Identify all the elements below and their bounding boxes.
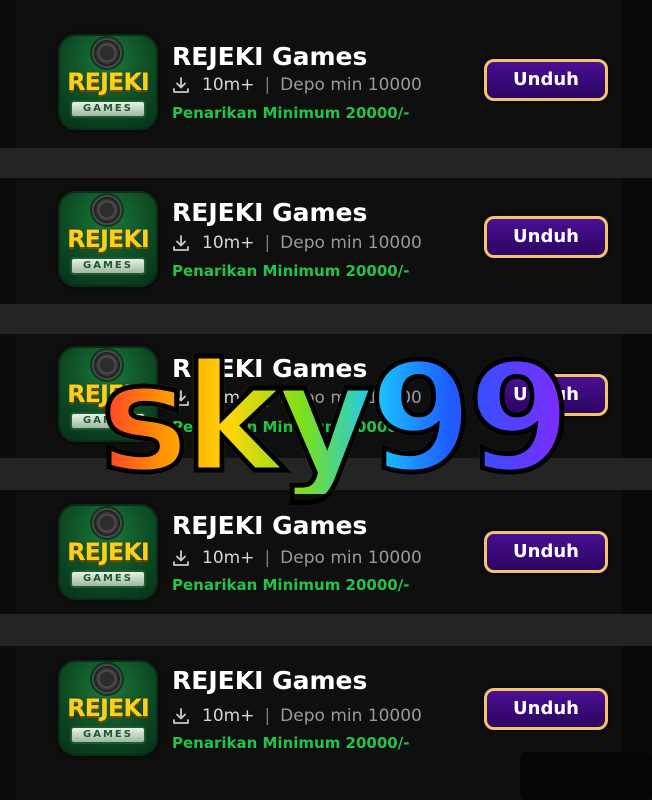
app-meta: 10m+ | Depo min 10000: [172, 546, 422, 570]
poker-chip-icon: [92, 350, 122, 380]
download-button[interactable]: Unduh: [484, 531, 608, 573]
deposit-info: Depo min 10000: [280, 233, 422, 253]
logo-sub: GAMES: [70, 412, 146, 430]
poker-chip-icon: [92, 38, 122, 68]
logo-sub: GAMES: [70, 100, 146, 118]
separator: |: [264, 706, 271, 726]
download-button[interactable]: Unduh: [484, 59, 608, 101]
download-icon: [173, 708, 189, 724]
download-count: 10m+: [202, 233, 255, 253]
download-button[interactable]: Unduh: [484, 374, 608, 416]
poker-chip-icon: [92, 508, 122, 538]
app-title: REJEKI Games: [172, 198, 368, 227]
download-count: 10m+: [202, 75, 255, 95]
withdraw-info: Penarikan Minimum 20000/-: [172, 104, 410, 122]
deposit-info: Depo min 10000: [280, 706, 422, 726]
download-icon: [173, 77, 189, 93]
withdraw-info: Penarikan Minimum 20000/-: [172, 734, 410, 752]
rejeki-games-logo[interactable]: REJEKI GAMES: [58, 504, 158, 600]
app-card: REJEKI GAMES REJEKI Games 10m+ | Depo mi…: [0, 334, 652, 458]
bottom-shadow: [520, 752, 652, 800]
app-meta: 10m+ | Depo min 10000: [172, 73, 422, 97]
download-count: 10m+: [202, 706, 255, 726]
logo-sub: GAMES: [70, 570, 146, 588]
logo-word: REJEKI: [67, 225, 150, 253]
app-card: REJEKI GAMES REJEKI Games 10m+ | Depo mi…: [0, 490, 652, 614]
app-card: REJEKI GAMES REJEKI Games 10m+ | Depo mi…: [0, 0, 652, 148]
poker-chip-icon: [92, 664, 122, 694]
app-title: REJEKI Games: [172, 511, 368, 540]
logo-sub: GAMES: [70, 257, 146, 275]
separator: |: [264, 388, 271, 408]
separator: |: [264, 548, 271, 568]
logo-word: REJEKI: [67, 68, 150, 96]
app-list-page: REJEKI GAMES REJEKI Games 10m+ | Depo mi…: [0, 0, 652, 800]
logo-sub: GAMES: [70, 726, 146, 744]
download-button[interactable]: Unduh: [484, 216, 608, 258]
logo-word: REJEKI: [67, 538, 150, 566]
app-card: REJEKI GAMES REJEKI Games 10m+ | Depo mi…: [0, 178, 652, 304]
app-title: REJEKI Games: [172, 42, 368, 71]
download-icon: [173, 235, 189, 251]
deposit-info: Depo min 10000: [280, 388, 422, 408]
poker-chip-icon: [92, 195, 122, 225]
logo-word: REJEKI: [67, 694, 150, 722]
rejeki-games-logo[interactable]: REJEKI GAMES: [58, 660, 158, 756]
download-button[interactable]: Unduh: [484, 688, 608, 730]
rejeki-games-logo[interactable]: REJEKI GAMES: [58, 191, 158, 287]
withdraw-info: Penarikan Minimum 20000/-: [172, 576, 410, 594]
withdraw-info: Penarikan Minimum 20000/-: [172, 262, 410, 280]
app-meta: 10m+ | Depo min 10000: [172, 231, 422, 255]
download-icon: [173, 390, 189, 406]
download-icon: [173, 550, 189, 566]
rejeki-games-logo[interactable]: REJEKI GAMES: [58, 346, 158, 442]
deposit-info: Depo min 10000: [280, 548, 422, 568]
app-title: REJEKI Games: [172, 666, 368, 695]
download-count: 10m+: [202, 548, 255, 568]
separator: |: [264, 233, 271, 253]
logo-word: REJEKI: [67, 380, 150, 408]
download-count: 10m+: [202, 388, 255, 408]
rejeki-games-logo[interactable]: REJEKI GAMES: [58, 34, 158, 130]
app-title: REJEKI Games: [172, 354, 368, 383]
app-meta: 10m+ | Depo min 10000: [172, 704, 422, 728]
deposit-info: Depo min 10000: [280, 75, 422, 95]
separator: |: [264, 75, 271, 95]
withdraw-info: Penarikan Minimum 20000/-: [172, 418, 410, 436]
app-meta: 10m+ | Depo min 10000: [172, 386, 422, 410]
